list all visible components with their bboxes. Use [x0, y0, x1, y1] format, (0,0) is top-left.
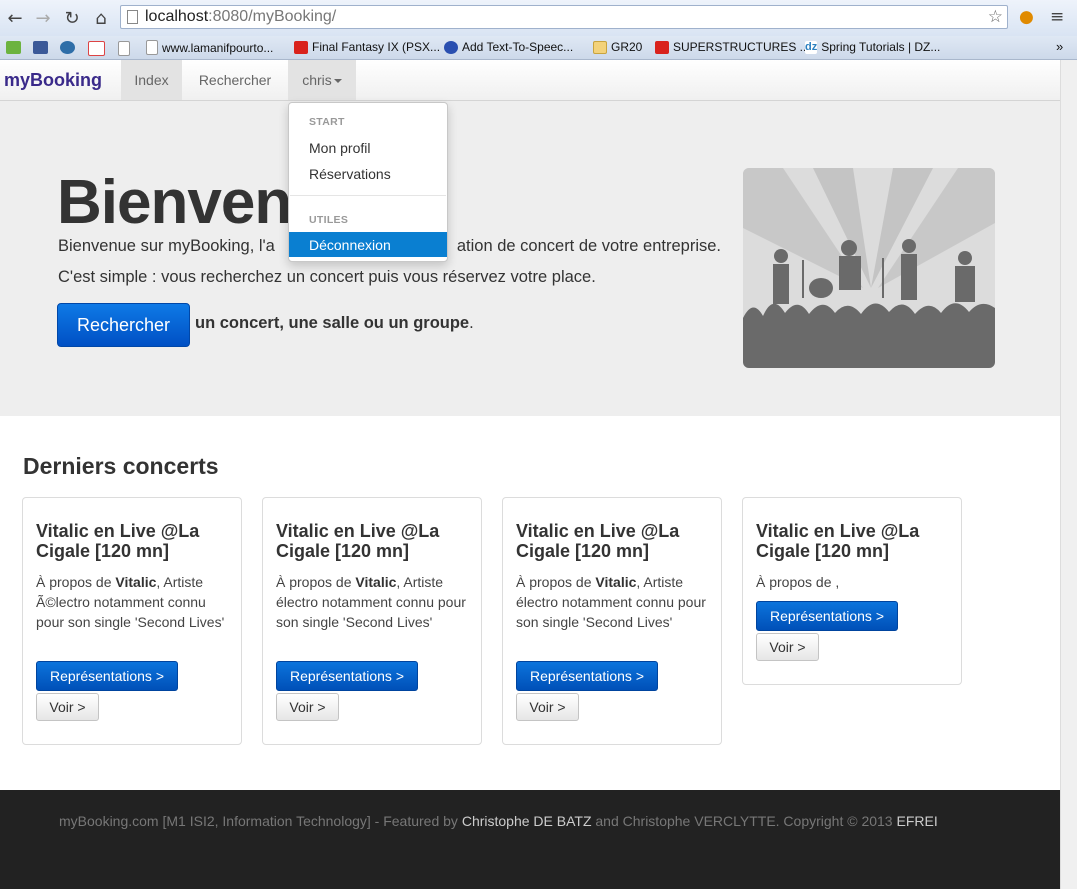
concert-title: Vitalic en Live @La Cigale [120 mn]: [36, 521, 200, 561]
voir-button[interactable]: Voir >: [36, 693, 99, 721]
concert-title: Vitalic en Live @La Cigale [120 mn]: [516, 521, 680, 561]
page-scrollbar[interactable]: [1060, 60, 1077, 889]
menu-item-profile[interactable]: Mon profil: [309, 140, 370, 156]
user-menu-toggle[interactable]: chris: [288, 60, 356, 100]
home-icon[interactable]: ⌂: [89, 6, 113, 30]
bookmark-item[interactable]: Add Text-To-Speec...: [444, 40, 573, 54]
menu-icon[interactable]: ≡: [1050, 7, 1064, 27]
hero-search-hint: un concert, une salle ou un groupe.: [195, 314, 474, 332]
section-title: Derniers concerts: [23, 453, 219, 479]
hero-line-2: C'est simple : vous recherchez un concer…: [58, 268, 596, 286]
footer: myBooking.com [M1 ISI2, Information Tech…: [0, 790, 1060, 889]
menu-item-logout[interactable]: Déconnexion: [289, 232, 447, 257]
brand-logo[interactable]: myBooking: [4, 70, 102, 91]
browser-toolbar: ← → ↻ ⌂ localhost:8080/myBooking/ ☆ ● ≡: [0, 0, 1077, 36]
concert-description: À propos de Vitalic, Artiste électro not…: [276, 574, 466, 630]
representations-button[interactable]: Représentations >: [36, 661, 178, 691]
dropdown-header-start: START: [309, 116, 345, 128]
youtube-icon: [294, 40, 308, 54]
url-path: :8080/myBooking/: [208, 8, 337, 25]
hero-search-button[interactable]: Rechercher: [57, 303, 190, 347]
org-link[interactable]: EFREI: [896, 813, 937, 829]
menu-item-logout-label: Déconnexion: [309, 237, 391, 253]
navbar: myBooking Index Rechercher chris: [0, 60, 1060, 101]
bookmark-item[interactable]: SUPERSTRUCTURES ...: [655, 40, 810, 54]
bookmark-item[interactable]: dz Spring Tutorials | DZ...: [805, 40, 940, 54]
bookmark-star-icon[interactable]: ☆: [988, 6, 1003, 28]
concert-illustration: [743, 168, 995, 368]
bookmarks-bar: www.lamanifpourto... Final Fantasy IX (P…: [0, 36, 1077, 60]
nav-index[interactable]: Index: [121, 60, 182, 100]
gmail-icon[interactable]: [88, 41, 105, 56]
concert-card: Vitalic en Live @La Cigale [120 mn] À pr…: [742, 497, 962, 685]
hero-unit: Bienven Bienvenue sur myBooking, l'a atio…: [0, 101, 1060, 416]
menu-item-reservations[interactable]: Réservations: [309, 166, 391, 182]
artist-name: Vitalic: [115, 574, 157, 590]
dzone-icon: dz: [805, 40, 818, 54]
page-icon: [127, 10, 138, 24]
hero-title: Bienven: [57, 168, 292, 237]
concert-description: À propos de Vitalic, Artiste électro not…: [516, 574, 706, 630]
page-bookmark-icon[interactable]: [118, 41, 130, 56]
bookmark-item[interactable]: www.lamanifpourto...: [146, 40, 273, 55]
dropdown-divider: [290, 195, 446, 196]
concert-title: Vitalic en Live @La Cigale [120 mn]: [756, 521, 920, 561]
footer-text: myBooking.com [M1 ISI2, Information Tech…: [59, 813, 938, 829]
voir-button[interactable]: Voir >: [276, 693, 339, 721]
concert-silhouette-icon: [743, 168, 995, 368]
voir-button[interactable]: Voir >: [516, 693, 579, 721]
dropdown-header-utiles: UTILES: [309, 214, 349, 226]
speech-icon: [444, 40, 458, 54]
user-name: chris: [302, 72, 332, 88]
folder-icon: [593, 40, 607, 54]
nav-rechercher[interactable]: Rechercher: [184, 60, 286, 100]
more-bookmarks-icon[interactable]: »: [1056, 39, 1063, 54]
extension-flame-icon[interactable]: ●: [1019, 7, 1034, 27]
address-bar[interactable]: localhost:8080/myBooking/ ☆: [120, 5, 1008, 29]
author-link[interactable]: Christophe DE BATZ: [462, 813, 592, 829]
concert-card: Vitalic en Live @La Cigale [120 mn] À pr…: [22, 497, 242, 745]
user-dropdown-menu: START Mon profil Réservations UTILES Déc…: [288, 102, 448, 262]
url-host: localhost: [145, 8, 209, 25]
back-arrow-icon[interactable]: ←: [3, 6, 27, 30]
artist-name: Vitalic: [595, 574, 637, 590]
forward-arrow-icon[interactable]: →: [31, 6, 55, 30]
concert-description: À propos de Vitalic, Artiste Ã©lectro no…: [36, 574, 225, 630]
concert-card: Vitalic en Live @La Cigale [120 mn] À pr…: [262, 497, 482, 745]
reload-icon[interactable]: ↻: [60, 6, 84, 30]
concert-description: À propos de ,: [756, 574, 840, 590]
caret-down-icon: [333, 79, 342, 84]
concert-title: Vitalic en Live @La Cigale [120 mn]: [276, 521, 440, 561]
concert-card: Vitalic en Live @La Cigale [120 mn] À pr…: [502, 497, 722, 745]
representations-button[interactable]: Représentations >: [756, 601, 898, 631]
representations-button[interactable]: Représentations >: [516, 661, 658, 691]
bookmark-item[interactable]: Final Fantasy IX (PSX...: [294, 40, 440, 54]
page-icon: [146, 40, 158, 55]
globe-icon[interactable]: [60, 41, 75, 54]
facebook-icon[interactable]: [33, 41, 48, 54]
bookmark-folder[interactable]: GR20: [593, 40, 642, 54]
representations-button[interactable]: Représentations >: [276, 661, 418, 691]
voir-button[interactable]: Voir >: [756, 633, 819, 661]
evernote-icon[interactable]: [6, 41, 21, 54]
artist-name: Vitalic: [355, 574, 397, 590]
youtube-icon: [655, 40, 669, 54]
